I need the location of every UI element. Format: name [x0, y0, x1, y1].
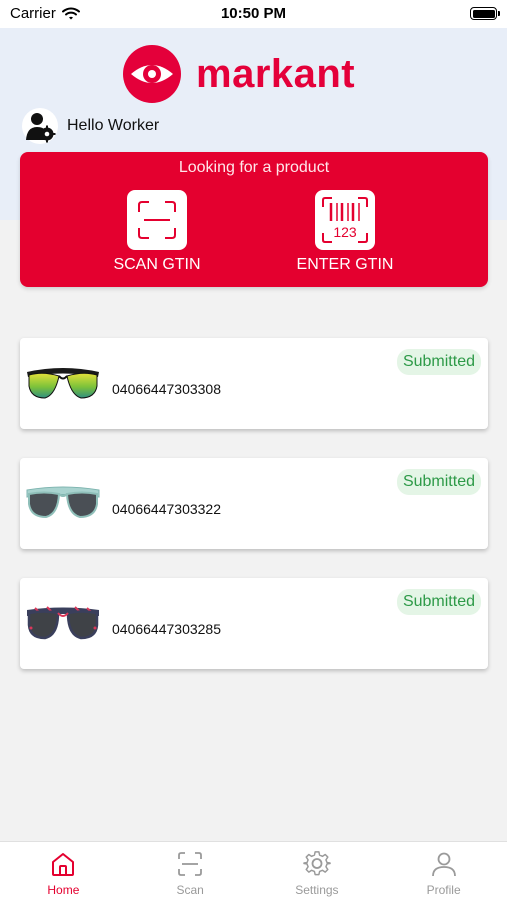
gear-icon — [303, 851, 331, 876]
status-bar: Carrier 10:50 PM — [0, 0, 507, 28]
status-badge: Submitted — [396, 469, 481, 495]
home-icon — [52, 853, 75, 876]
sunglasses-patterned-frame — [27, 606, 99, 640]
battery-icon — [470, 7, 500, 20]
person-icon — [431, 852, 456, 877]
product-gtin: 04066447303308 — [112, 381, 222, 397]
barcode-123-icon: 123 — [315, 190, 375, 250]
tab-scan[interactable]: Scan — [127, 842, 254, 900]
search-card-title: Looking for a product — [178, 159, 330, 176]
markant-logo: markant — [122, 44, 355, 104]
clock: 10:50 PM — [220, 5, 287, 22]
status-badge: Submitted — [396, 349, 481, 375]
product-card[interactable]: 04066447303308 Submitted — [20, 338, 488, 429]
tab-profile-label: Profile — [426, 883, 461, 897]
product-card[interactable]: 04066447303322 Submitted — [20, 458, 488, 549]
brand-name: markant — [196, 51, 356, 96]
tab-home[interactable]: Home — [0, 842, 127, 900]
scan-icon — [178, 852, 203, 876]
status-badge: Submitted — [396, 589, 481, 615]
greeting-text: Hello Worker — [67, 117, 160, 134]
product-gtin: 04066447303322 — [112, 501, 222, 517]
tab-scan-label: Scan — [176, 883, 204, 897]
eye-logo-icon — [123, 45, 181, 103]
scan-frame-icon — [127, 190, 187, 250]
product-search-card: Looking for a product SCAN GTIN 123 ENTE… — [20, 152, 488, 287]
svg-text:123: 123 — [333, 224, 357, 240]
tab-profile[interactable]: Profile — [380, 842, 507, 900]
greeting: Hello Worker — [22, 108, 159, 144]
worker-settings-icon — [22, 108, 58, 144]
bottom-tab-bar: Home Scan Settings Profile — [0, 841, 507, 900]
tab-settings[interactable]: Settings — [254, 842, 381, 900]
sunglasses-clear-frame — [26, 486, 100, 519]
product-gtin: 04066447303285 — [112, 621, 222, 637]
tab-home-label: Home — [47, 883, 80, 897]
sunglasses-mirrored-green — [27, 368, 99, 399]
product-card[interactable]: 04066447303285 Submitted — [20, 578, 488, 669]
scan-gtin-label: SCAN GTIN — [113, 256, 201, 273]
enter-gtin-label: ENTER GTIN — [296, 256, 394, 273]
scan-gtin-button[interactable]: SCAN GTIN — [72, 190, 242, 274]
enter-gtin-button[interactable]: 123 ENTER GTIN — [260, 190, 430, 274]
tab-settings-label: Settings — [295, 883, 339, 897]
